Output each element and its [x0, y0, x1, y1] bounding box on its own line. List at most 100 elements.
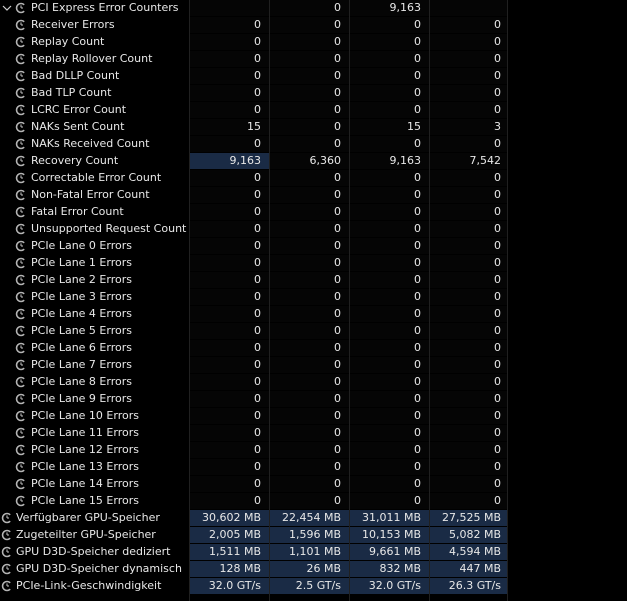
value-max: 0	[350, 340, 429, 356]
value-min: 2.5 GT/s	[270, 578, 349, 594]
value-min: 22,454 MB	[270, 510, 349, 526]
sensor-row[interactable]: Correctable Error Count 0 0 0 0	[0, 170, 627, 187]
sensor-label: PCIe Lane 15 Errors	[31, 494, 139, 507]
value-current: 15	[190, 119, 269, 135]
sensor-clock-icon	[1, 529, 11, 541]
sensor-clock-icon	[15, 2, 25, 14]
sensor-label: PCIe Lane 4 Errors	[31, 307, 132, 320]
sensor-row[interactable]: PCIe Lane 15 Errors 0 0 0 0	[0, 493, 627, 510]
sensor-row[interactable]: PCIe Lane 0 Errors 0 0 0 0	[0, 238, 627, 255]
sensor-row[interactable]: Bad TLP Count 0 0 0 0	[0, 85, 627, 102]
value-max: 0	[350, 476, 429, 492]
value-current: 0	[190, 272, 269, 288]
value-current: 0	[190, 391, 269, 407]
value-avg: 0	[430, 340, 507, 356]
sensor-row[interactable]: NAKs Received Count 0 0 0 0	[0, 136, 627, 153]
value-min: 0	[270, 374, 349, 390]
sensor-label-cell: GPU D3D-Speicher dynamisch	[0, 561, 189, 577]
sensor-row[interactable]: PCIe Lane 3 Errors 0 0 0 0	[0, 289, 627, 306]
value-avg: 0	[430, 408, 507, 424]
value-avg: 0	[430, 221, 507, 237]
sensor-clock-icon	[15, 223, 25, 235]
sensor-label: NAKs Sent Count	[31, 120, 125, 133]
value-max: 0	[350, 238, 429, 254]
sensor-clock-icon	[15, 308, 25, 320]
sensor-row[interactable]: Zugeteilter GPU-Speicher 2,005 MB 1,596 MB…	[0, 527, 627, 544]
value-max: 0	[350, 391, 429, 407]
sensor-clock-icon	[15, 121, 25, 133]
sensor-row[interactable]: PCIe Lane 11 Errors 0 0 0 0	[0, 425, 627, 442]
sensor-clock-icon	[15, 274, 25, 286]
sensor-label: Zugeteilter GPU-Speicher	[16, 528, 156, 541]
sensor-row[interactable]: Bad DLLP Count 0 0 0 0	[0, 68, 627, 85]
sensor-row[interactable]: Receiver Errors 0 0 0 0	[0, 17, 627, 34]
sensor-row[interactable]: PCIe Lane 9 Errors 0 0 0 0	[0, 391, 627, 408]
sensor-clock-icon	[15, 342, 25, 354]
sensor-clock-icon	[15, 138, 25, 150]
sensor-row[interactable]: PCIe Lane 6 Errors 0 0 0 0	[0, 340, 627, 357]
value-max: 0	[350, 493, 429, 509]
sensor-row[interactable]: LCRC Error Count 0 0 0 0	[0, 102, 627, 119]
sensor-row[interactable]: NAKs Sent Count 15 0 15 3	[0, 119, 627, 136]
sensor-row[interactable]: PCIe Lane 4 Errors 0 0 0 0	[0, 306, 627, 323]
sensor-clock-icon	[1, 580, 11, 592]
sensor-row[interactable]: PCIe Lane 5 Errors 0 0 0 0	[0, 323, 627, 340]
sensor-label: PCIe Lane 8 Errors	[31, 375, 132, 388]
group-header-row[interactable]: PCI Express Error Counters 0 9,163	[0, 0, 627, 17]
value-avg: 0	[430, 255, 507, 271]
value-avg: 0	[430, 204, 507, 220]
value-min: 26 MB	[270, 561, 349, 577]
value-avg: 0	[430, 187, 507, 203]
value-avg: 26.3 GT/s	[430, 578, 507, 594]
value-min: 0	[270, 323, 349, 339]
sensor-row[interactable]: Replay Rollover Count 0 0 0 0	[0, 51, 627, 68]
sensor-row[interactable]: PCIe Lane 7 Errors 0 0 0 0	[0, 357, 627, 374]
value-avg: 5,082 MB	[430, 527, 507, 543]
sensor-label-cell: Bad TLP Count	[0, 85, 189, 101]
value-min: 0	[270, 476, 349, 492]
sensor-row[interactable]: Recovery Count 9,163 6,360 9,163 7,542	[0, 153, 627, 170]
value-max: 0	[350, 374, 429, 390]
value-min: 0	[270, 119, 349, 135]
sensor-label: PCIe Lane 2 Errors	[31, 273, 132, 286]
value-current: 0	[190, 68, 269, 84]
sensor-row[interactable]: PCIe Lane 8 Errors 0 0 0 0	[0, 374, 627, 391]
value-min: 6,360	[270, 153, 349, 169]
sensor-row[interactable]: PCIe Lane 12 Errors 0 0 0 0	[0, 442, 627, 459]
sensor-row[interactable]: GPU D3D-Speicher dynamisch 128 MB 26 MB 832…	[0, 561, 627, 578]
value-avg: 4,594 MB	[430, 544, 507, 560]
sensor-row[interactable]: Verfügbarer GPU-Speicher 30,602 MB 22,454 …	[0, 510, 627, 527]
sensor-row[interactable]: PCIe Lane 13 Errors 0 0 0 0	[0, 459, 627, 476]
sensor-row[interactable]: Replay Count 0 0 0 0	[0, 34, 627, 51]
sensor-clock-icon	[15, 240, 25, 252]
sensor-label: PCIe Lane 14 Errors	[31, 477, 139, 490]
chevron-down-icon[interactable]	[2, 3, 12, 13]
value-max: 0	[350, 459, 429, 475]
value-avg: 0	[430, 442, 507, 458]
value-avg: 447 MB	[430, 561, 507, 577]
sensor-clock-icon	[15, 53, 25, 65]
value-min: 0	[270, 425, 349, 441]
sensor-row[interactable]: GPU D3D-Speicher dediziert 1,511 MB 1,101 …	[0, 544, 627, 561]
value-max: 0	[350, 255, 429, 271]
sensor-clock-icon	[15, 36, 25, 48]
value-avg: 0	[430, 238, 507, 254]
sensor-row[interactable]: Unsupported Request Count 0 0 0 0	[0, 221, 627, 238]
value-current: 30,602 MB	[190, 510, 269, 526]
sensor-row[interactable]: PCIe Lane 2 Errors 0 0 0 0	[0, 272, 627, 289]
sensor-row[interactable]: PCIe Lane 14 Errors 0 0 0 0	[0, 476, 627, 493]
sensor-row[interactable]: PCIe Lane 10 Errors 0 0 0 0	[0, 408, 627, 425]
sensor-clock-icon	[15, 87, 25, 99]
value-avg: 0	[430, 357, 507, 373]
sensor-clock-icon	[15, 461, 25, 473]
sensor-row[interactable]: PCIe Lane 1 Errors 0 0 0 0	[0, 255, 627, 272]
value-current: 0	[190, 221, 269, 237]
sensor-row[interactable]: PCIe-Link-Geschwindigkeit 32.0 GT/s 2.5 GT…	[0, 578, 627, 595]
sensor-label: Bad DLLP Count	[31, 69, 120, 82]
value-current: 0	[190, 17, 269, 33]
sensor-row[interactable]: Non-Fatal Error Count 0 0 0 0	[0, 187, 627, 204]
value-current: 0	[190, 51, 269, 67]
value-max: 9,163	[350, 153, 429, 169]
sensor-row[interactable]: Fatal Error Count 0 0 0 0	[0, 204, 627, 221]
sensor-clock-icon	[1, 546, 11, 558]
